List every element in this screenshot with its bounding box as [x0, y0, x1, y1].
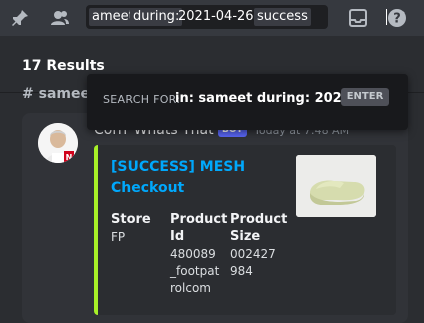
field-name-product-size: Product Size: [230, 212, 288, 244]
search-results-panel: 17 Results # sameet N Corrr Whats That B…: [0, 36, 424, 323]
embed-thumbnail[interactable]: [296, 155, 376, 217]
search-chip-success[interactable]: success: [254, 8, 311, 26]
field-value-product-id: 480089 _footpat rolcom: [170, 247, 220, 295]
help-icon[interactable]: ?: [386, 7, 408, 29]
search-for-label: SEARCH FOR:: [103, 93, 181, 106]
field-value-product-size: 002427 984: [230, 247, 276, 278]
search-chip-during[interactable]: during:: [130, 8, 183, 26]
search-date-value: 2021-04-26: [178, 9, 254, 24]
field-name-product-id: Product Id: [170, 212, 228, 244]
embed-title-line1: [SUCCESS] MESH: [111, 159, 246, 175]
result-channel-name[interactable]: # sameet: [22, 86, 97, 102]
field-name-store: Store: [111, 212, 151, 227]
embed-title[interactable]: [SUCCESS] MESH Checkout: [111, 157, 251, 199]
embed-card: [SUCCESS] MESH Checkout Store FP Product…: [94, 145, 396, 315]
results-count: 17 Results: [22, 58, 105, 74]
inbox-icon[interactable]: [347, 7, 369, 29]
embed-title-line2: Checkout: [111, 180, 185, 196]
members-icon[interactable]: [49, 7, 71, 29]
search-input[interactable]: ameet during: 2021-04-26 success: [86, 5, 405, 29]
svg-text:N: N: [66, 153, 73, 162]
enter-key-hint: ENTER: [341, 88, 389, 106]
search-result-message[interactable]: N Corrr Whats That BOT Today at 7:48 AM …: [22, 113, 408, 323]
field-value-store: FP: [111, 230, 126, 244]
channel-toolbar: ameet during: 2021-04-26 success ?: [0, 0, 424, 36]
svg-text:?: ?: [393, 12, 401, 27]
pin-icon[interactable]: [9, 7, 31, 29]
search-suggestion-popup[interactable]: SEARCH FOR: in: sameet during: 2021-... …: [87, 74, 408, 130]
avatar[interactable]: N: [38, 123, 78, 163]
